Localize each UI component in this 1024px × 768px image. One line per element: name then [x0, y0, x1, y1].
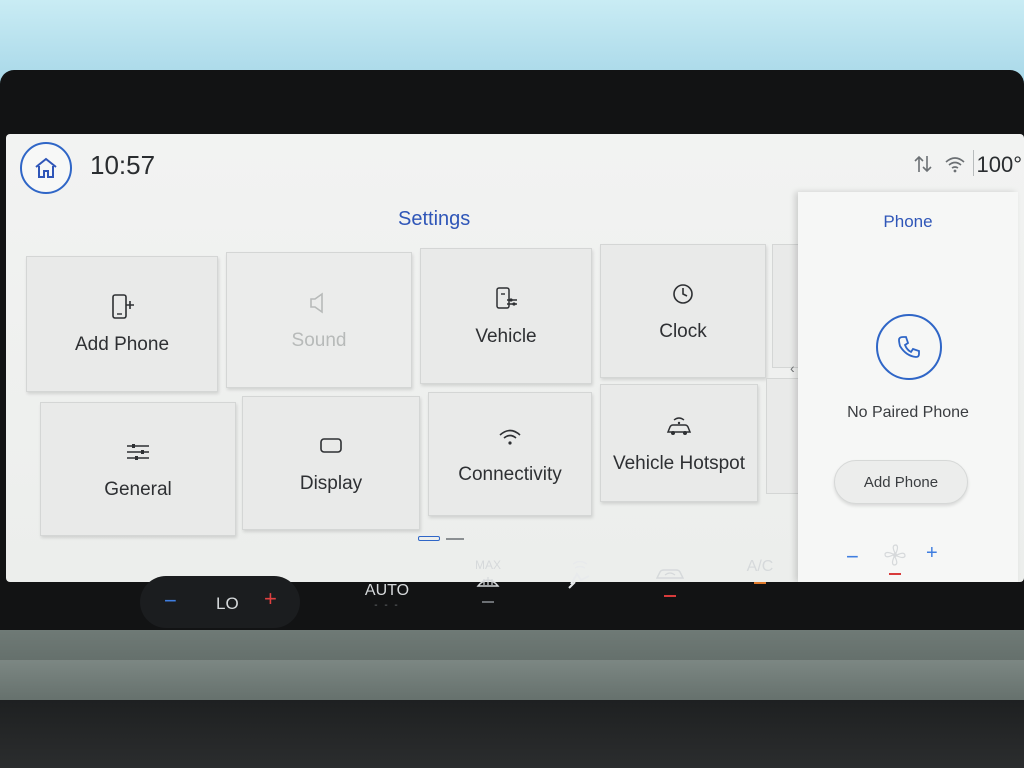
tile-display[interactable]: Display	[242, 396, 420, 530]
temp-up-button[interactable]: +	[264, 586, 277, 612]
tile-label: Vehicle	[475, 326, 537, 347]
auto-label: AUTO	[364, 582, 410, 599]
page-dot[interactable]	[446, 538, 464, 540]
phone-status: No Paired Phone	[847, 404, 969, 421]
car-wifi-icon	[662, 411, 696, 441]
add-phone-button[interactable]: Add Phone	[834, 460, 968, 504]
home-button[interactable]	[20, 142, 72, 194]
data-arrows-icon	[914, 155, 932, 173]
vehicle-settings-icon	[489, 284, 523, 314]
clock-time: 10:57	[90, 150, 156, 180]
phone-icon	[898, 336, 920, 358]
ac-button[interactable]: A/C	[740, 558, 780, 584]
dashboard-lower	[0, 700, 1024, 768]
infotainment-screen: 10:57 100° Settings Add Phone Sound Vehi…	[6, 134, 1024, 582]
tile-general[interactable]: General	[40, 402, 236, 536]
airflow-seat-icon	[568, 560, 590, 589]
home-icon	[35, 157, 57, 178]
sliders-icon	[121, 437, 155, 467]
phone-panel: Phone No Paired Phone Add Phone	[798, 192, 1018, 582]
tile-connectivity[interactable]: Connectivity	[428, 392, 592, 516]
fan-up-button[interactable]: +	[926, 542, 938, 565]
call-button[interactable]	[876, 314, 942, 380]
outside-temperature: 100°	[976, 152, 1022, 177]
tile-offscreen[interactable]	[766, 378, 802, 494]
tile-label: Add Phone	[74, 334, 170, 355]
ac-label: A/C	[746, 558, 774, 575]
fan-speed	[880, 542, 910, 575]
tile-label: General	[104, 479, 172, 500]
airflow-button[interactable]	[560, 558, 600, 597]
tile-clock[interactable]: Clock	[600, 244, 766, 378]
car-recirculation-icon	[655, 569, 685, 579]
max-indicator	[482, 601, 494, 603]
auto-button[interactable]: AUTO - - -	[362, 582, 412, 611]
recirculation-indicator	[664, 595, 676, 597]
tile-vehicle[interactable]: Vehicle	[420, 248, 592, 384]
tile-label: Sound	[291, 330, 347, 351]
temperature-value: LO	[216, 594, 239, 613]
max-defrost-button[interactable]: MAX	[470, 558, 506, 603]
tile-add-phone[interactable]: Add Phone	[26, 256, 218, 392]
tile-label: Vehicle Hotspot	[612, 453, 746, 474]
tile-label: Connectivity	[458, 464, 562, 485]
page-title: Settings	[398, 208, 471, 230]
wifi-icon	[945, 157, 965, 173]
status-icons	[914, 154, 966, 174]
ac-indicator	[754, 582, 766, 584]
climate-bar: − LO + AUTO - - - MAX A/C − +	[130, 542, 990, 628]
page-indicator[interactable]	[418, 536, 464, 541]
status-divider	[973, 150, 974, 176]
page-dot-active[interactable]	[418, 536, 440, 541]
front-defrost-icon	[476, 577, 500, 587]
tile-label: Clock	[659, 321, 707, 342]
wifi-icon	[493, 422, 527, 452]
temp-down-button[interactable]: −	[164, 588, 177, 614]
fan-down-button[interactable]: −	[846, 544, 859, 570]
fan-icon	[884, 544, 906, 566]
dashboard-lip	[0, 660, 1024, 700]
auto-level-dashes: - - -	[374, 600, 400, 611]
speaker-icon	[302, 288, 336, 318]
scroll-left-arrow[interactable]: ‹	[790, 360, 795, 376]
max-label: MAX	[474, 558, 501, 572]
phone-add-icon	[105, 292, 139, 322]
display-icon	[314, 431, 348, 461]
phone-panel-title: Phone	[883, 212, 933, 231]
tile-sound[interactable]: Sound	[226, 252, 412, 388]
clock-icon	[666, 279, 700, 309]
fan-indicator	[889, 573, 901, 575]
tile-label: Display	[299, 473, 363, 494]
recirculation-button[interactable]	[650, 564, 690, 597]
tile-vehicle-hotspot[interactable]: Vehicle Hotspot	[600, 384, 758, 502]
